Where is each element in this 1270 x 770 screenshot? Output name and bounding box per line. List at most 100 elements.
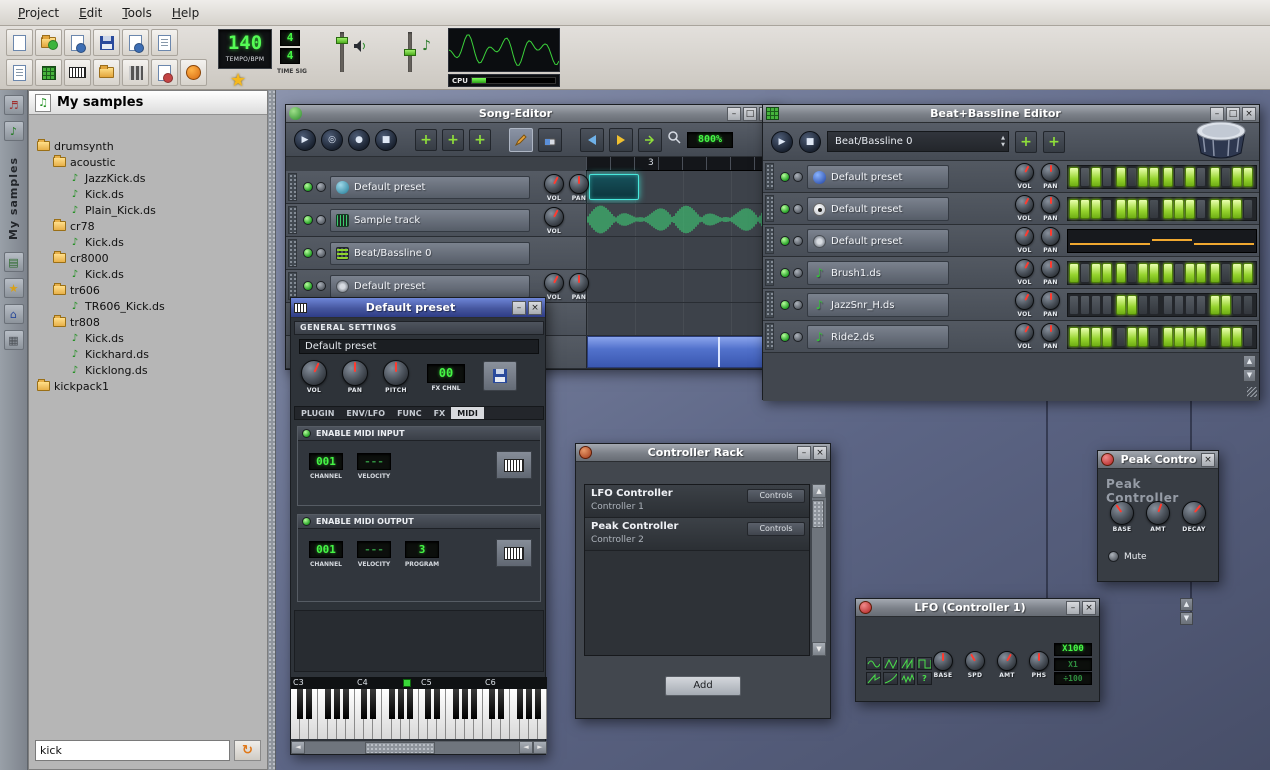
preset-name-field[interactable]: Default preset: [299, 339, 539, 354]
tree-item[interactable]: cr8000: [33, 250, 267, 266]
track-name-button[interactable]: ♪Brush1.ds: [807, 261, 949, 285]
track-mute-led[interactable]: [303, 182, 313, 192]
step-cell[interactable]: [1069, 167, 1079, 187]
menu-tools[interactable]: Tools: [112, 3, 162, 23]
step-cell[interactable]: [1069, 327, 1079, 347]
tab-plugin[interactable]: PLUGIN: [295, 407, 340, 419]
track-mute-led[interactable]: [303, 281, 313, 291]
forward-button[interactable]: [609, 128, 633, 152]
master-volume-slider[interactable]: [336, 32, 348, 72]
pan-knob-dial[interactable]: [1041, 195, 1060, 214]
step-cell[interactable]: [1163, 295, 1173, 315]
step-cell[interactable]: [1080, 295, 1090, 315]
step-cell[interactable]: [1232, 199, 1242, 219]
track-name-button[interactable]: ♪Ride2.ds: [807, 325, 949, 349]
step-cell[interactable]: [1116, 327, 1126, 347]
step-cell[interactable]: [1091, 327, 1101, 347]
step-cell[interactable]: [1196, 295, 1206, 315]
record-while-playing-button[interactable]: ●: [348, 129, 370, 151]
tree-item[interactable]: ♪TR606_Kick.ds: [33, 298, 267, 314]
scroll-right-button[interactable]: ►: [533, 741, 547, 754]
step-cell[interactable]: [1116, 167, 1126, 187]
tree-item[interactable]: ♪Kick.ds: [33, 186, 267, 202]
step-cell[interactable]: [1091, 199, 1101, 219]
pan-knob[interactable]: PAN: [342, 360, 368, 394]
decay-knob[interactable]: DECAY: [1182, 501, 1206, 533]
track-timeline[interactable]: [586, 336, 777, 368]
step-cell[interactable]: [1149, 295, 1159, 315]
scrollbar-track[interactable]: [812, 498, 826, 642]
black-key[interactable]: [297, 689, 303, 719]
enable-midi-output-led[interactable]: [302, 517, 311, 526]
step-cell[interactable]: [1221, 167, 1231, 187]
black-key[interactable]: [425, 689, 431, 719]
black-key[interactable]: [334, 689, 340, 719]
base-knob[interactable]: BASE: [933, 651, 953, 679]
midi-channel-field[interactable]: 001CHANNEL: [304, 541, 348, 568]
tree-item[interactable]: tr808: [33, 314, 267, 330]
step-cell[interactable]: [1163, 167, 1173, 187]
automation-editor-button[interactable]: [151, 59, 178, 86]
black-key[interactable]: [434, 689, 440, 719]
project-properties-button[interactable]: [151, 29, 178, 56]
vol-knob[interactable]: VOL: [544, 207, 564, 235]
exponential-wave-button[interactable]: [883, 672, 898, 685]
scroll-left-button[interactable]: ◄: [519, 741, 533, 754]
step-cell[interactable]: [1185, 263, 1195, 283]
controls-button[interactable]: Controls: [747, 522, 805, 536]
amt-knob-dial[interactable]: [997, 651, 1017, 671]
scrollbar-thumb[interactable]: [812, 500, 824, 528]
master-pitch-slider[interactable]: [404, 32, 416, 72]
midi-channel-lcd[interactable]: 001: [309, 541, 343, 558]
minimize-button[interactable]: –: [727, 107, 741, 121]
step-cell[interactable]: [1102, 167, 1112, 187]
step-cell[interactable]: [1080, 263, 1090, 283]
track-solo-led[interactable]: [793, 204, 803, 214]
stop-button[interactable]: ■: [375, 129, 397, 151]
step-cell[interactable]: [1174, 295, 1184, 315]
step-cell[interactable]: [1102, 199, 1112, 219]
track-solo-led[interactable]: [316, 281, 326, 291]
random-wave-button[interactable]: ?: [917, 672, 932, 685]
step-cell[interactable]: [1243, 199, 1253, 219]
home-tab-button[interactable]: ⌂: [4, 304, 24, 324]
toggle-follow-button[interactable]: [638, 128, 662, 152]
step-cell[interactable]: [1138, 295, 1148, 315]
black-key[interactable]: [361, 689, 367, 719]
amt-knob-dial[interactable]: [1146, 501, 1170, 525]
step-cell[interactable]: [1138, 167, 1148, 187]
lfo-controller-window[interactable]: LFO (Controller 1) – × ?BASESPDAMTPHSX10…: [855, 598, 1100, 702]
tree-item[interactable]: drumsynth: [33, 138, 267, 154]
pan-knob[interactable]: PAN: [1041, 291, 1060, 318]
step-cell[interactable]: [1210, 295, 1220, 315]
step-cell[interactable]: [1138, 327, 1148, 347]
tab-midi[interactable]: MIDI: [451, 407, 484, 419]
track-mute-led[interactable]: [780, 204, 790, 214]
pan-knob-dial[interactable]: [1041, 163, 1060, 182]
tree-item[interactable]: ♪Kick.ds: [33, 330, 267, 346]
saw-wave-button[interactable]: [900, 657, 915, 670]
close-button[interactable]: ×: [528, 301, 542, 315]
decay-knob-dial[interactable]: [1182, 501, 1206, 525]
edit-mode-button[interactable]: [538, 128, 562, 152]
track-mute-led[interactable]: [780, 236, 790, 246]
moog-saw-wave-button[interactable]: [866, 672, 881, 685]
vol-knob-dial[interactable]: [1015, 195, 1034, 214]
melody-pattern-preview[interactable]: [1067, 229, 1257, 253]
step-cell[interactable]: [1116, 199, 1126, 219]
song-editor-titlebar[interactable]: Song-Editor – □ ×: [286, 105, 776, 123]
step-cell[interactable]: [1221, 295, 1231, 315]
midi-channel-lcd[interactable]: 001: [309, 453, 343, 470]
pan-knob-dial[interactable]: [569, 174, 589, 194]
open-project-button[interactable]: [35, 29, 62, 56]
black-key[interactable]: [306, 689, 312, 719]
step-cell[interactable]: [1149, 327, 1159, 347]
phs-knob[interactable]: PHS: [1029, 651, 1049, 679]
step-cell[interactable]: [1221, 263, 1231, 283]
vol-knob[interactable]: VOL: [1015, 323, 1034, 350]
track-name-button[interactable]: Beat/Bassline 0: [330, 242, 530, 265]
step-cell[interactable]: [1185, 199, 1195, 219]
black-key[interactable]: [398, 689, 404, 719]
step-cell[interactable]: [1149, 167, 1159, 187]
menu-project[interactable]: Project: [8, 3, 69, 23]
